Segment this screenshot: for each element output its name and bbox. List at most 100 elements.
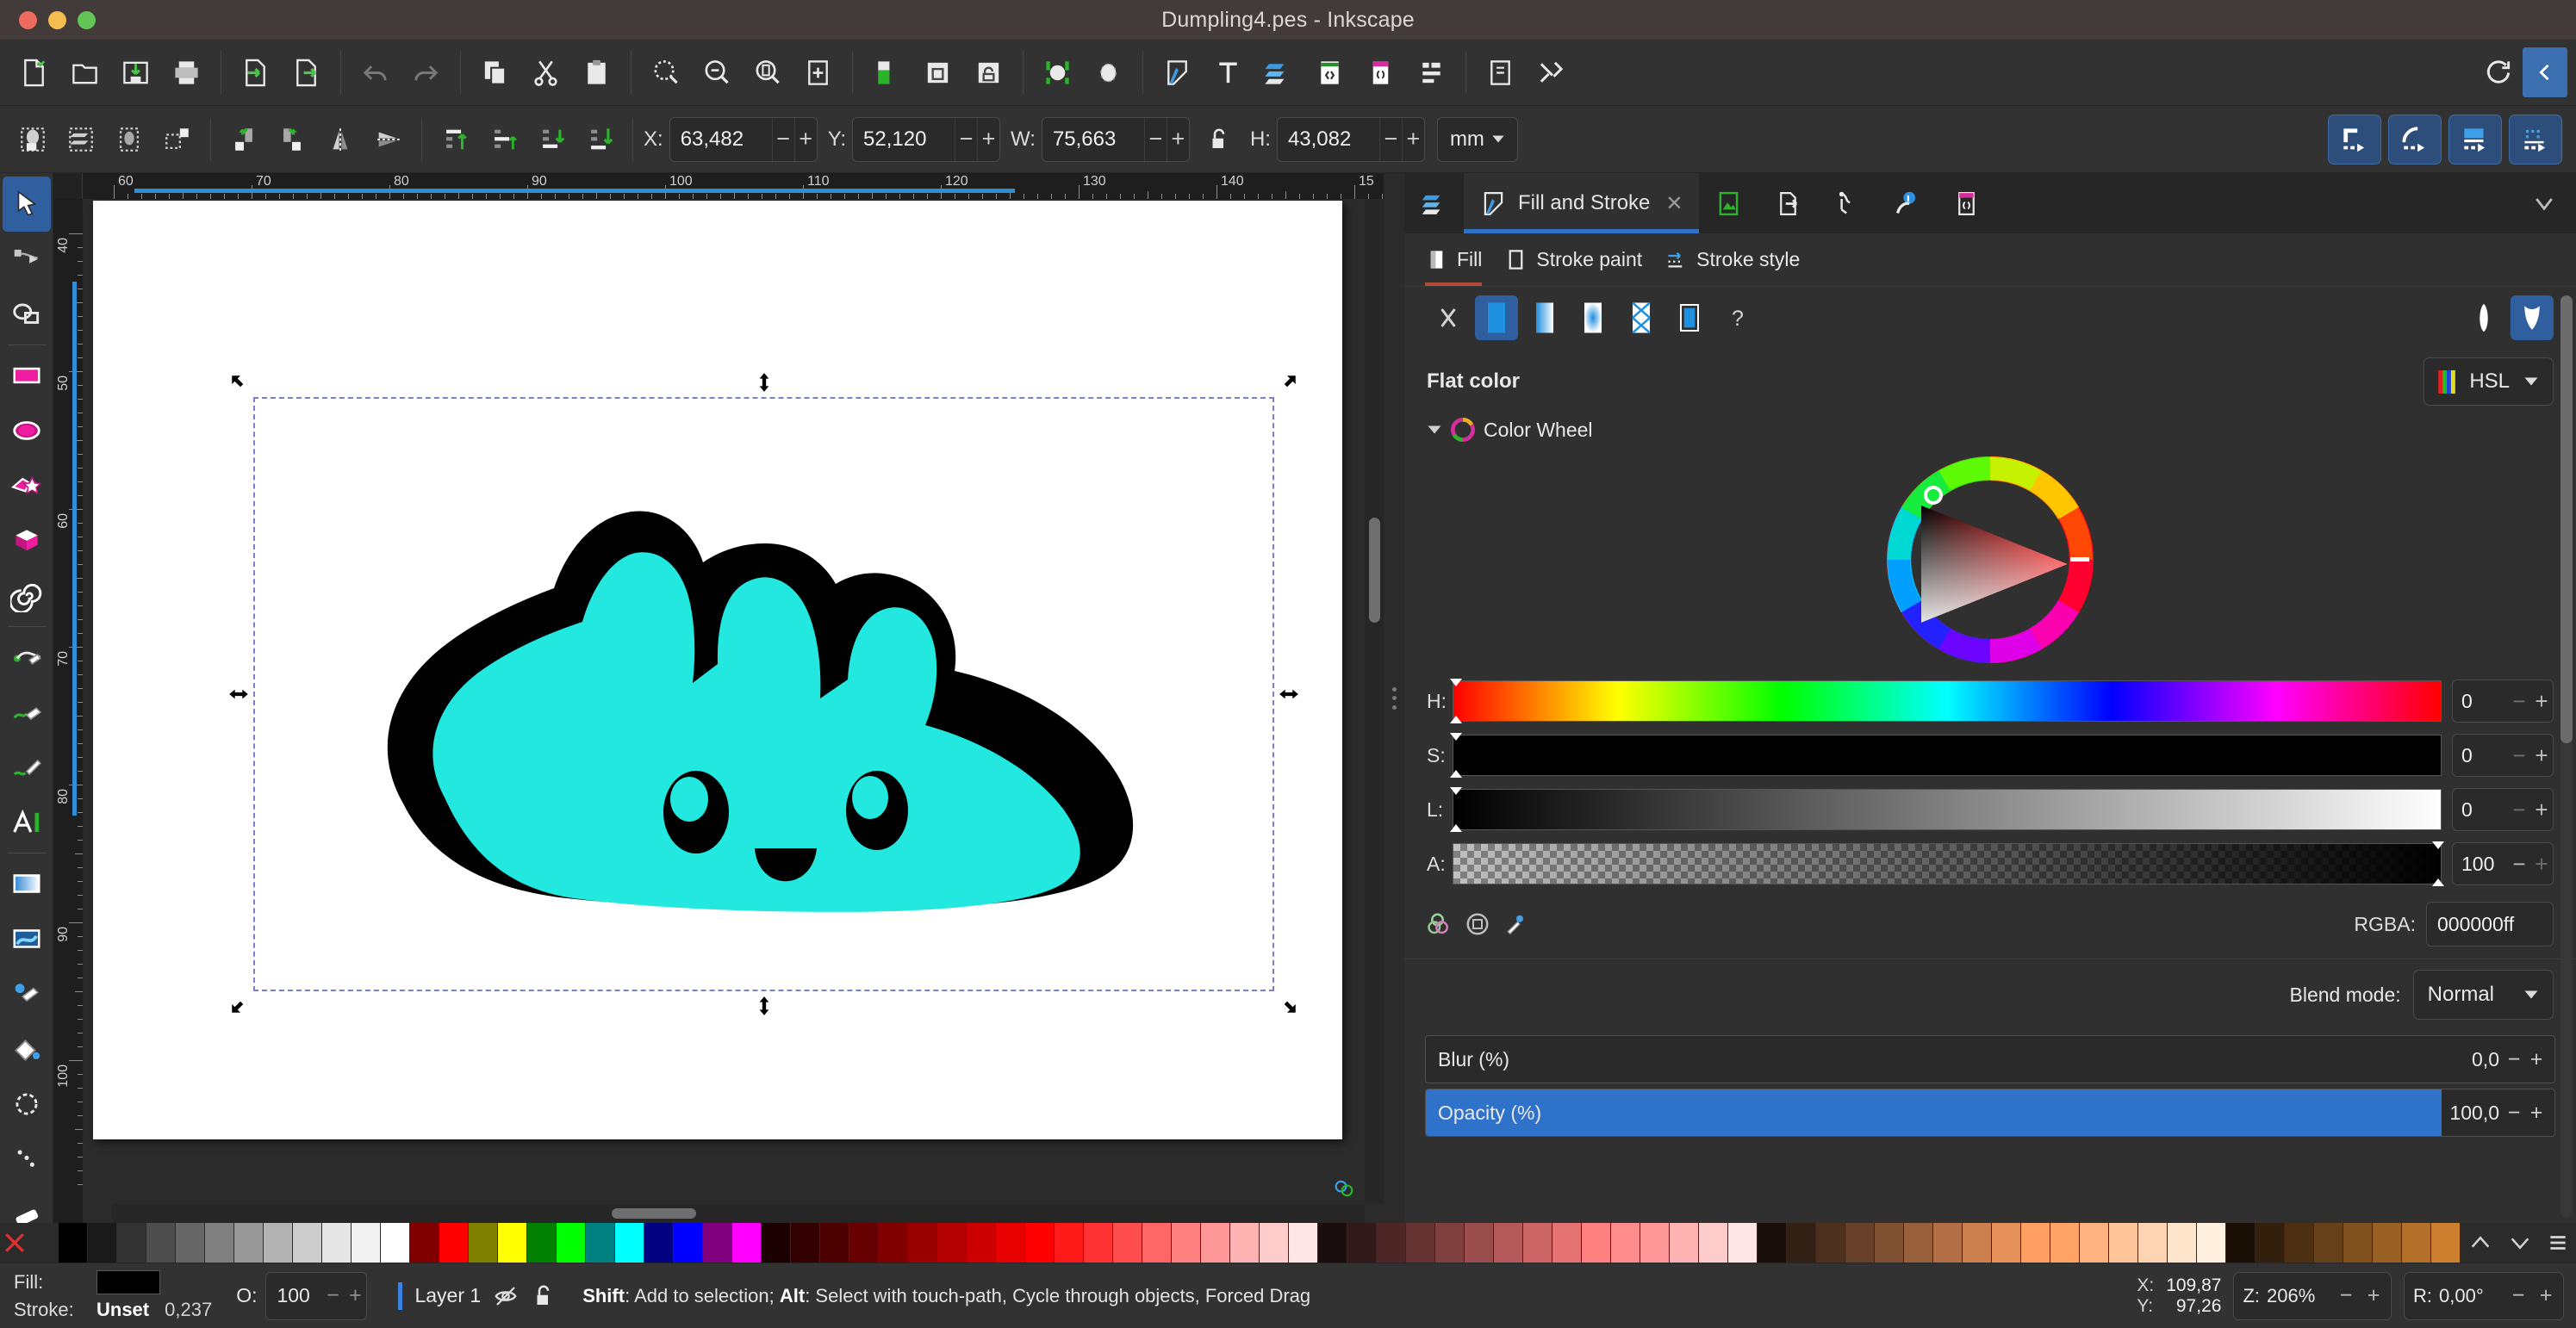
palette-swatch[interactable]	[1055, 1223, 1084, 1263]
toggle-dock-button[interactable]	[2523, 47, 2567, 97]
w-increment-button[interactable]: +	[1166, 117, 1189, 161]
palette-swatch[interactable]	[1582, 1223, 1611, 1263]
save-document-button[interactable]	[110, 47, 161, 98]
palette-swatch[interactable]	[1728, 1223, 1758, 1263]
hue-value-field[interactable]: 0 − +	[2452, 680, 2554, 723]
tweak-tool[interactable]	[3, 1077, 51, 1132]
tab-stroke-paint[interactable]: Stroke paint	[1504, 233, 1642, 286]
saturation-value-field[interactable]: 0 − +	[2452, 734, 2554, 777]
palette-swatch[interactable]	[1699, 1223, 1728, 1263]
palette-swatch[interactable]	[1787, 1223, 1816, 1263]
redo-button[interactable]	[401, 47, 451, 98]
palette-swatch[interactable]	[2109, 1223, 2138, 1263]
paint-unknown-button[interactable]: ?	[1716, 295, 1759, 340]
saturation-value[interactable]: 0	[2453, 744, 2508, 767]
rgba-value[interactable]: 000000ff	[2437, 913, 2514, 936]
resize-handle-e[interactable]	[1278, 683, 1300, 705]
eye-hidden-icon[interactable]	[493, 1283, 519, 1309]
rotate-cw-button[interactable]	[268, 115, 316, 164]
tab-fill-and-stroke[interactable]: Fill and Stroke ✕	[1464, 173, 1699, 233]
snap-alignment-button[interactable]	[2448, 114, 2502, 164]
color-wheel-header[interactable]: Color Wheel	[1404, 409, 2576, 450]
opacity-increment-button[interactable]: +	[344, 1283, 366, 1308]
palette-swatch[interactable]	[117, 1223, 146, 1263]
palette-swatch[interactable]	[1289, 1223, 1318, 1263]
palette-swatch[interactable]	[2080, 1223, 2109, 1263]
palette-swatch[interactable]	[293, 1223, 322, 1263]
rectangle-tool[interactable]	[3, 348, 51, 403]
y-increment-button[interactable]: +	[977, 117, 999, 161]
palette-swatch[interactable]	[1435, 1223, 1465, 1263]
opacity-decrement-button[interactable]: −	[321, 1283, 344, 1308]
opacity-field[interactable]: 100 − +	[265, 1271, 368, 1320]
palette-swatch[interactable]	[29, 1223, 59, 1263]
palette-swatch[interactable]	[352, 1223, 381, 1263]
export-button[interactable]	[281, 47, 332, 98]
lower-to-bottom-button[interactable]	[576, 115, 624, 164]
canvas-horizontal-scrollbar[interactable]	[112, 1204, 1365, 1223]
palette-swatch[interactable]	[1318, 1223, 1347, 1263]
tab-symbols[interactable]	[1877, 173, 1937, 233]
spiral-tool[interactable]	[3, 568, 51, 624]
cms-adjust-icon[interactable]	[1328, 1176, 1360, 1201]
canvas-vertical-scrollbar[interactable]	[1365, 199, 1384, 1204]
color-wheel[interactable]	[1882, 452, 2098, 667]
resize-handle-ne[interactable]	[1276, 373, 1298, 395]
palette-swatch[interactable]	[1552, 1223, 1582, 1263]
palette-swatch[interactable]	[1992, 1223, 2021, 1263]
palette-swatch[interactable]	[2050, 1223, 2080, 1263]
h-decrement-button[interactable]: −	[1378, 117, 1402, 161]
rotation-field[interactable]: R: 0,00° − +	[2404, 1271, 2564, 1320]
palette-swatch[interactable]	[557, 1223, 586, 1263]
paint-flat-color-button[interactable]	[1475, 295, 1518, 340]
w-decrement-button[interactable]: −	[1143, 117, 1167, 161]
palette-swatch[interactable]	[527, 1223, 557, 1263]
opacity-value[interactable]: 100	[266, 1284, 321, 1307]
palette-swatch[interactable]	[2285, 1223, 2314, 1263]
rgba-input[interactable]: 000000ff	[2426, 902, 2554, 946]
deselect-button[interactable]	[105, 115, 153, 164]
zoom-field[interactable]: Z: 206% − +	[2233, 1271, 2392, 1320]
y-field[interactable]: 52,120 − +	[852, 116, 1001, 162]
palette-swatch[interactable]	[381, 1223, 410, 1263]
palette-swatch[interactable]	[615, 1223, 644, 1263]
fill-indicator-swatch[interactable]	[96, 1269, 160, 1294]
panel-resize-handle[interactable]	[1384, 173, 1404, 1223]
palette-swatch[interactable]	[1640, 1223, 1670, 1263]
vertical-ruler[interactable]: 40 50 60 70 80 90 100	[53, 199, 83, 1223]
palette-swatch[interactable]	[2021, 1223, 2050, 1263]
color-wheel-widget[interactable]	[1404, 450, 2576, 676]
ruler-corner[interactable]	[53, 173, 83, 199]
saturation-decrement-button[interactable]: −	[2508, 742, 2530, 769]
palette-swatch[interactable]	[937, 1223, 967, 1263]
ellipse-tool[interactable]	[3, 403, 51, 458]
duplicate-button[interactable]	[862, 47, 912, 98]
raise-to-top-button[interactable]	[431, 115, 479, 164]
blur-stepper[interactable]: − +	[2504, 1047, 2554, 1072]
raise-to-top-button[interactable]	[1083, 47, 1134, 98]
select-same-button[interactable]	[153, 115, 202, 164]
zoom-value[interactable]: 206%	[2267, 1285, 2329, 1307]
palette-swatch[interactable]	[410, 1223, 439, 1263]
palette-swatch[interactable]	[762, 1223, 791, 1263]
snap-distribution-button[interactable]	[2509, 114, 2562, 164]
opacity-slider[interactable]: Opacity (%) 100,0 − +	[1425, 1089, 2555, 1137]
tab-objects[interactable]	[1699, 173, 1758, 233]
layers-button[interactable]	[1254, 47, 1304, 98]
palette-swatch[interactable]	[2431, 1223, 2461, 1263]
scrollbar-thumb[interactable]	[2560, 295, 2573, 743]
alpha-decrement-button[interactable]: −	[2508, 851, 2530, 878]
lower-to-bottom-button[interactable]	[1032, 47, 1083, 98]
dropper-tool[interactable]	[3, 966, 51, 1021]
color-mode-select[interactable]: HSL	[2424, 357, 2554, 406]
zoom-selection-button[interactable]	[640, 47, 691, 98]
palette-swatch[interactable]	[146, 1223, 176, 1263]
palette-swatch[interactable]	[1377, 1223, 1406, 1263]
palette-swatch[interactable]	[2314, 1223, 2343, 1263]
palette-swatch[interactable]	[1406, 1223, 1435, 1263]
tab-layers[interactable]	[1404, 173, 1464, 233]
hue-value[interactable]: 0	[2453, 690, 2508, 713]
panel-vertical-scrollbar[interactable]	[2560, 295, 2573, 1218]
palette-swatch[interactable]	[1025, 1223, 1055, 1263]
select-all-button[interactable]	[9, 115, 57, 164]
